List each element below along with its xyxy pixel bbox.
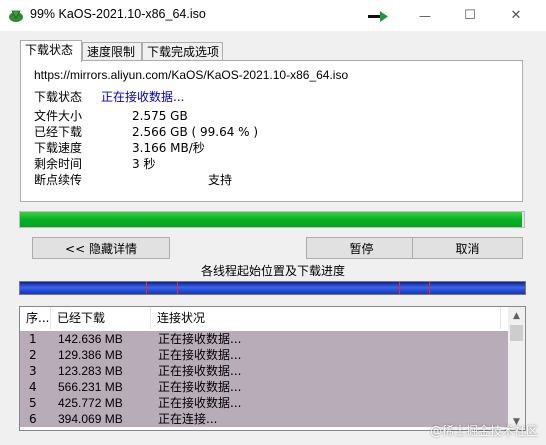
maximize-button[interactable]: ☐ [447,0,493,31]
maximize-icon: ☐ [464,8,476,23]
table-row[interactable]: 2 129.386 MB 正在接收数据... [20,347,508,363]
thread-start-marker [176,282,178,294]
column-header-connection-status[interactable]: 连接状况 [151,307,501,329]
minimize-button[interactable]: — [402,0,448,31]
threads-progress-label: 各线程起始位置及下载进度 [200,264,345,278]
row-status: 正在接收数据... [158,364,242,378]
table-row[interactable]: 1 142.636 MB 正在接收数据... [20,331,508,347]
table-row[interactable]: 3 123.283 MB 正在接收数据... [20,363,508,379]
row-status: 正在接收数据... [158,396,242,410]
row-downloaded: 425.772 MB [58,396,123,410]
row-downloaded: 123.283 MB [58,364,123,378]
download-progress-bar [19,211,525,228]
row-status: 正在接收数据... [158,380,242,394]
progress-fill [20,212,523,227]
threads-progress-bar [19,281,526,295]
row-downloaded: 566.231 MB [58,380,123,394]
tab-download-status[interactable]: 下载状态 [20,40,82,62]
download-url: https://mirrors.aliyun.com/KaOS/KaOS-202… [34,68,349,82]
info-label: 断点续传 [34,173,83,187]
row-downloaded: 142.636 MB [58,332,123,346]
row-status: 正在接收数据... [158,332,242,346]
scroll-thumb[interactable] [510,325,523,341]
window-title: 99% KaOS-2021.10-x86_64.iso [30,7,206,21]
row-index: 6 [29,412,37,426]
row-index: 5 [29,396,37,410]
info-value: 3.166 MB/秒 [132,141,205,155]
table-header: 序... 已经下载 连接状况 [20,307,508,329]
scroll-up-icon[interactable]: ▲ [508,307,525,324]
green-arrow-icon[interactable] [366,9,390,23]
watermark: @稀土掘金技术社区 [429,424,538,438]
tab-completion-options[interactable]: 下载完成选项 [142,42,223,61]
minimize-icon: — [419,8,431,23]
thread-start-marker [398,282,400,294]
row-status: 正在接收数据... [158,348,242,362]
status-label: 下载状态 [34,90,83,104]
thread-start-marker [429,282,431,294]
row-status: 正在连接... [158,412,218,426]
info-label: 剩余时间 [34,157,83,171]
row-downloaded: 394.069 MB [58,412,123,426]
thread-start-marker [146,282,148,294]
column-header-index[interactable]: 序... [20,307,51,329]
info-label: 下载速度 [34,141,83,155]
close-icon: ✕ [510,8,522,23]
cancel-button[interactable]: 取消 [412,237,523,259]
title-bar: 99% KaOS-2021.10-x86_64.iso — ☐ ✕ [0,0,546,31]
info-value: 3 秒 [132,157,156,171]
close-button[interactable]: ✕ [493,0,539,31]
info-label: 已经下载 [34,125,83,139]
status-value: 正在接收数据... [101,90,185,104]
column-header-downloaded[interactable]: 已经下载 [51,307,151,329]
info-value: 支持 [208,173,233,187]
row-downloaded: 129.386 MB [58,348,123,362]
row-index: 3 [29,364,37,378]
info-label: 文件大小 [34,109,83,123]
info-value: 2.575 GB [132,109,188,123]
table-scrollbar[interactable]: ▲ ▼ [508,307,525,430]
row-index: 2 [29,348,37,362]
row-index: 4 [29,380,37,394]
status-panel: https://mirrors.aliyun.com/KaOS/KaOS-202… [20,60,523,202]
hide-details-button[interactable]: << 隐藏详情 [32,237,170,259]
pause-button[interactable]: 暂停 [306,237,417,259]
download-arrow-icon [9,10,23,22]
row-index: 1 [29,332,37,346]
table-row[interactable]: 5 425.772 MB 正在接收数据... [20,395,508,411]
thread-table[interactable]: 序... 已经下载 连接状况 1 142.636 MB 正在接收数据... 2 … [19,306,526,431]
info-value: 2.566 GB ( 99.64 % ) [132,125,259,139]
table-row[interactable]: 4 566.231 MB 正在接收数据... [20,379,508,395]
tab-speed-limit[interactable]: 速度限制 [82,42,142,61]
